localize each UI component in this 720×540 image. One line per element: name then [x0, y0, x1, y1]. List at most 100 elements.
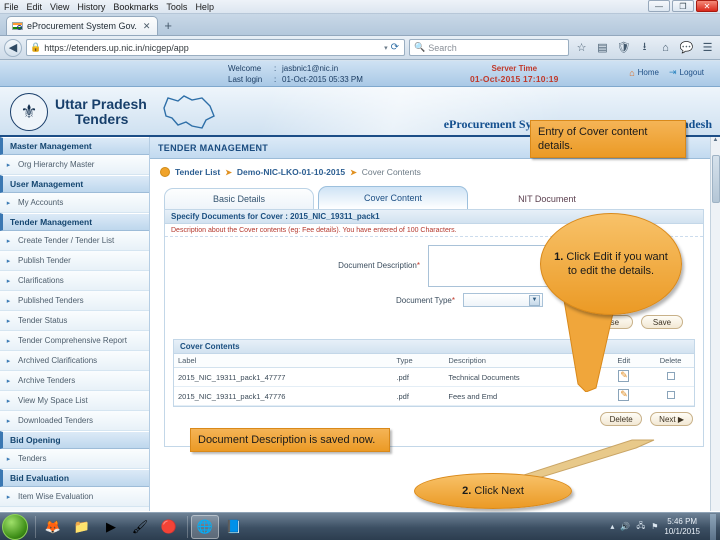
welcome-label: Welcome	[228, 63, 262, 73]
sidebar-item-org-hierarchy-master[interactable]: ▸ Org Hierarchy Master	[0, 155, 149, 175]
menu-bookmarks[interactable]: Bookmarks	[113, 0, 158, 14]
scrollbar-thumb[interactable]	[711, 155, 720, 203]
sidebar-group-master-management[interactable]: Master Management	[0, 137, 149, 155]
save-button[interactable]: Save	[641, 315, 683, 329]
sidebar-item-label: Archive Tenders	[18, 376, 76, 385]
network-icon[interactable]: 🖧	[636, 520, 645, 534]
chat-icon[interactable]: 💬	[678, 39, 695, 56]
sidebar-group-tender-management[interactable]: Tender Management	[0, 213, 149, 231]
menu-help[interactable]: Help	[195, 0, 214, 14]
menu-edit[interactable]: Edit	[27, 0, 43, 14]
sidebar-item-item-wise-evaluation[interactable]: ▸ Item Wise Evaluation	[0, 487, 149, 507]
menu-file[interactable]: File	[4, 0, 19, 14]
india-flag-icon	[12, 22, 23, 31]
back-button[interactable]: ◀	[4, 38, 22, 57]
sidebar-item-tenders[interactable]: ▸ Tenders	[0, 449, 149, 469]
document-type-select[interactable]: ▼	[463, 293, 543, 307]
sidebar-item-tender-comprehensive-report[interactable]: ▸ Tender Comprehensive Report	[0, 331, 149, 351]
menu-view[interactable]: View	[50, 0, 69, 14]
shield-icon[interactable]: 🛡	[615, 39, 632, 56]
action-center-icon[interactable]: ⚑	[651, 522, 658, 531]
tab-nit-document[interactable]: NIT Document	[472, 188, 622, 209]
chevron-down-icon[interactable]: ▾	[384, 44, 388, 52]
browser-tab[interactable]: eProcurement System Gov. ✕	[6, 16, 159, 35]
breadcrumb-item-tender-list[interactable]: Tender List	[175, 167, 220, 177]
sidebar-group-bid-opening[interactable]: Bid Opening	[0, 431, 149, 449]
delete-button[interactable]: Delete	[600, 412, 643, 426]
reader-icon[interactable]: ▤	[594, 39, 611, 56]
reload-icon[interactable]: ⟳	[391, 42, 401, 53]
download-icon[interactable]: ⭳	[636, 39, 653, 56]
sidebar-item-clarifications[interactable]: ▸ Clarifications	[0, 271, 149, 291]
home-link[interactable]: ⌂ Home	[629, 67, 659, 78]
show-desktop-button[interactable]	[710, 513, 716, 540]
sidebar: Master Management ▸ Org Hierarchy Master…	[0, 137, 150, 511]
new-tab-button[interactable]: +	[164, 18, 172, 35]
sidebar-item-archive-tenders[interactable]: ▸ Archive Tenders	[0, 371, 149, 391]
opera-taskbar-icon[interactable]: 🔴	[155, 515, 183, 539]
browser-tab-strip: eProcurement System Gov. ✕ +	[0, 14, 720, 36]
sidebar-group-user-management[interactable]: User Management	[0, 175, 149, 193]
banner-title-line1: Uttar Pradesh	[55, 96, 147, 112]
callout-click-next: 2. Click Next	[414, 473, 572, 509]
chevron-down-icon[interactable]: ▼	[529, 294, 540, 306]
delete-checkbox[interactable]	[666, 391, 675, 399]
welcome-value: jasbnic1@nic.in	[282, 63, 339, 73]
tab-cover-content[interactable]: Cover Content	[318, 186, 468, 209]
server-time-label: Server Time	[491, 64, 538, 73]
tray-expand-icon[interactable]: ▴	[610, 522, 614, 531]
maximize-button[interactable]: ❐	[672, 0, 694, 12]
sidebar-group-bid-evaluation[interactable]: Bid Evaluation	[0, 469, 149, 487]
callout-edit-text: Click Edit if you want to edit the detai…	[563, 251, 668, 277]
search-icon: 🔍	[414, 42, 426, 52]
menu-tools[interactable]: Tools	[166, 0, 187, 14]
firefox-taskbar-icon[interactable]: 🦊	[39, 515, 67, 539]
sidebar-item-label: Item Wise Evaluation	[18, 492, 94, 501]
cell-delete	[647, 367, 694, 387]
cell-label: 2015_NIC_19311_pack1_47776	[174, 386, 393, 406]
sidebar-item-publish-tender[interactable]: ▸ Publish Tender	[0, 251, 149, 271]
minimize-button[interactable]: —	[648, 0, 670, 12]
sidebar-item-archived-clarifications[interactable]: ▸ Archived Clarifications	[0, 351, 149, 371]
sidebar-item-create-tender[interactable]: ▸ Create Tender / Tender List	[0, 231, 149, 251]
sidebar-item-tender-status[interactable]: ▸ Tender Status	[0, 311, 149, 331]
word-taskbar-button[interactable]: 📘	[220, 515, 248, 539]
logout-link[interactable]: ⇥ Logout	[669, 67, 704, 78]
home-icon[interactable]: ⌂	[657, 39, 674, 56]
sidebar-item-downloaded-tenders[interactable]: ▸ Downloaded Tenders	[0, 411, 149, 431]
tab-close-icon[interactable]: ✕	[141, 21, 153, 32]
page-scrollbar[interactable]: ▲	[710, 137, 720, 511]
address-bar[interactable]: 🔒 https://etenders.up.nic.in/nicgep/app …	[26, 39, 405, 56]
breadcrumb: Tender List ➤ Demo-NIC-LKO-01-10-2015 ➤ …	[150, 159, 720, 185]
bullet-icon: ▸	[6, 417, 11, 425]
delete-checkbox[interactable]	[666, 372, 675, 380]
cell-type: .pdf	[392, 386, 445, 406]
start-button-icon[interactable]	[2, 513, 28, 540]
clock-date: 10/1/2015	[664, 526, 700, 536]
explorer-taskbar-icon[interactable]: 📁	[68, 515, 96, 539]
paint-taskbar-icon[interactable]: 🖌	[126, 515, 154, 539]
url-text: https://etenders.up.nic.in/nicgep/app	[44, 42, 189, 53]
sidebar-item-my-accounts[interactable]: ▸ My Accounts	[0, 193, 149, 213]
close-button[interactable]: ✕	[696, 0, 718, 12]
sidebar-item-view-my-space-list[interactable]: ▸ View My Space List	[0, 391, 149, 411]
volume-icon[interactable]: 🔊	[620, 522, 630, 531]
search-input[interactable]: 🔍 Search	[409, 39, 569, 56]
media-player-taskbar-icon[interactable]: ▶	[97, 515, 125, 539]
scroll-up-arrow-icon[interactable]: ▲	[711, 137, 720, 143]
server-time: Server Time 01-Oct-2015 17:10:19	[470, 63, 559, 85]
callout-next-text: Click Next	[471, 485, 524, 497]
breadcrumb-arrow-icon: ➤	[225, 167, 232, 177]
sidebar-item-label: Tender Comprehensive Report	[18, 336, 127, 345]
sidebar-item-published-tenders[interactable]: ▸ Published Tenders	[0, 291, 149, 311]
browser-taskbar-button[interactable]: 🌐	[191, 514, 219, 539]
bookmark-star-icon[interactable]: ☆	[573, 39, 590, 56]
taskbar-clock[interactable]: 5:46 PM 10/1/2015	[664, 517, 700, 537]
bullet-icon: ▸	[6, 317, 11, 325]
sidebar-item-label: View My Space List	[18, 396, 88, 405]
next-button[interactable]: Next ▶	[650, 412, 693, 426]
menu-hamburger-icon[interactable]: ☰	[699, 39, 716, 56]
breadcrumb-item-tender-id[interactable]: Demo-NIC-LKO-01-10-2015	[237, 167, 345, 177]
menu-history[interactable]: History	[77, 0, 105, 14]
tab-basic-details[interactable]: Basic Details	[164, 188, 314, 209]
